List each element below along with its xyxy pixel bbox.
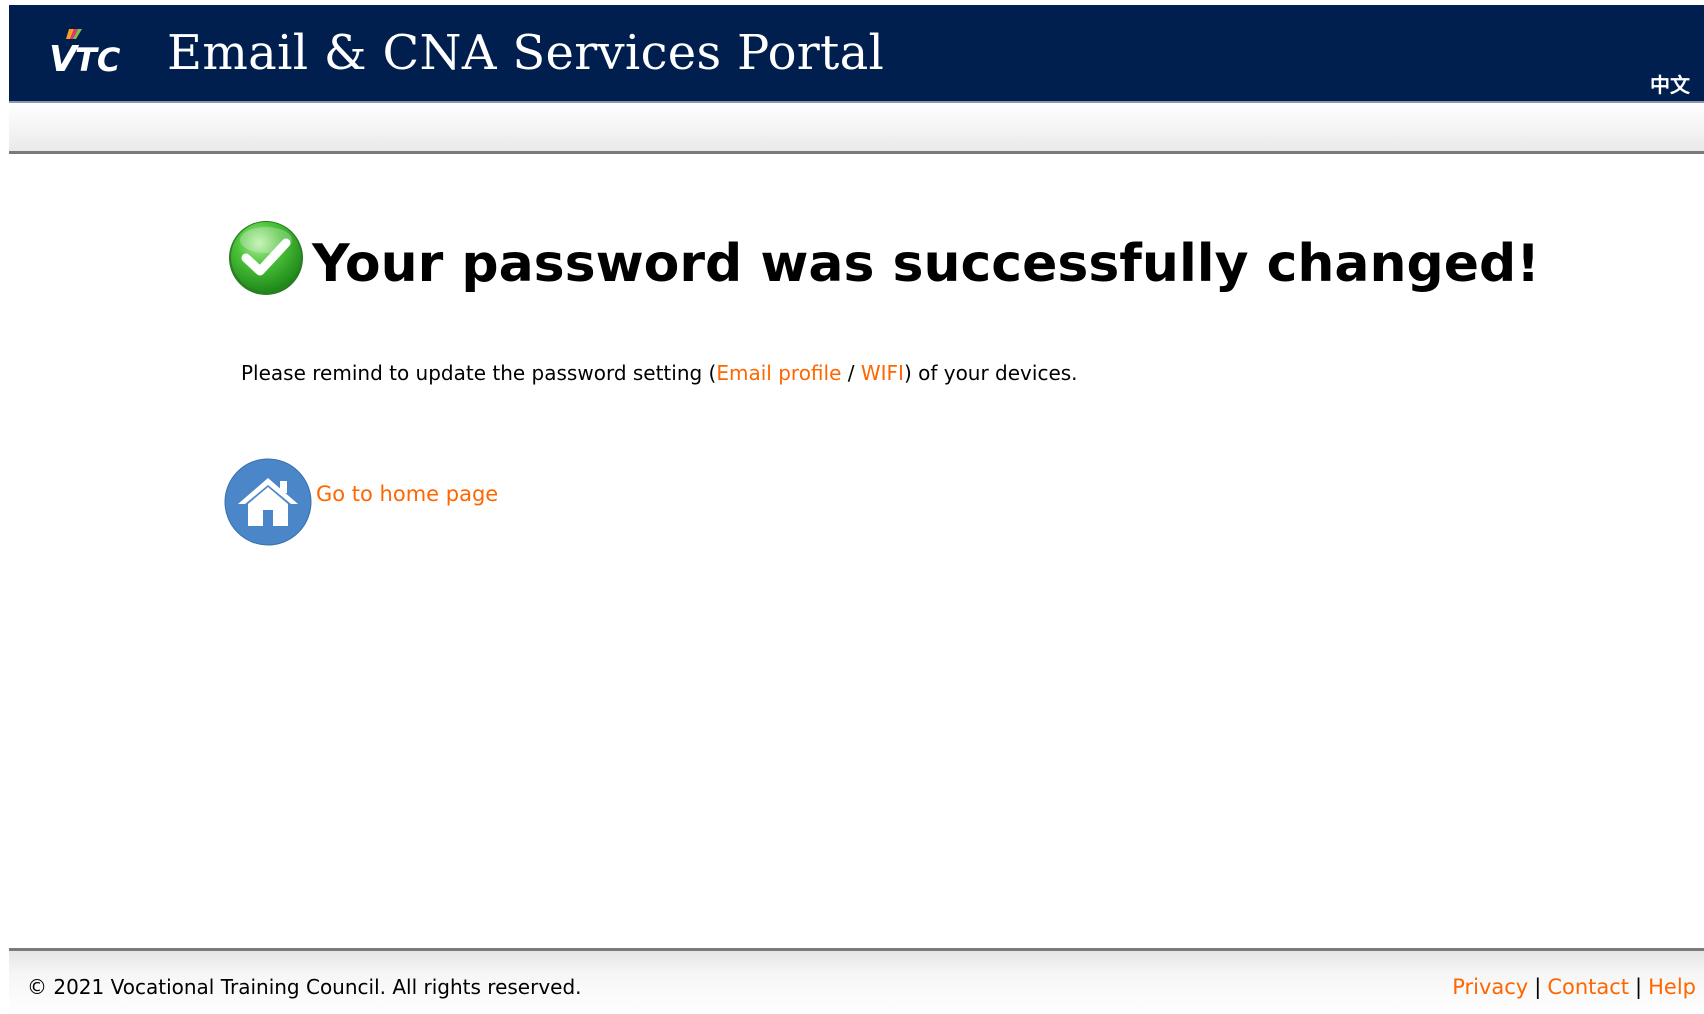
reminder-prefix: Please remind to update the password set… [241,361,717,385]
password-reminder-text: Please remind to update the password set… [241,361,1078,385]
privacy-link[interactable]: Privacy [1452,975,1528,999]
svg-text:TC: TC [75,41,121,79]
language-switch-link[interactable]: 中文 [1650,69,1690,98]
reminder-suffix: ) of your devices. [903,361,1078,385]
home-link-row: Go to home page [224,458,498,546]
footer-separator: | [1635,975,1643,999]
success-message: Your password was successfully changed! [226,218,1540,298]
page-footer: © 2021 Vocational Training Council. All … [9,948,1704,1014]
help-link[interactable]: Help [1648,975,1696,999]
contact-link[interactable]: Contact [1547,975,1629,999]
portal-header: V TC Email & CNA Services Portal 中文 [9,5,1704,103]
footer-separator: | [1534,975,1542,999]
home-page-link[interactable]: Go to home page [316,482,498,506]
footer-links: Privacy | Contact | Help [1452,975,1696,999]
page: V TC Email & CNA Services Portal 中文 Your… [0,0,1704,1014]
check-circle-icon [229,221,303,295]
copyright-text: © 2021 Vocational Training Council. All … [27,975,582,999]
sub-header-bar [9,103,1704,154]
portal-title: Email & CNA Services Portal [167,25,885,81]
success-title: Your password was successfully changed! [312,234,1540,294]
email-profile-link[interactable]: Email profile [716,361,841,385]
vtc-logo[interactable]: V TC [49,25,129,81]
vtc-logo-icon: V TC [49,29,121,80]
reminder-slash: / [841,361,861,385]
wifi-link[interactable]: WIFI [861,361,904,385]
home-icon[interactable] [224,458,312,546]
